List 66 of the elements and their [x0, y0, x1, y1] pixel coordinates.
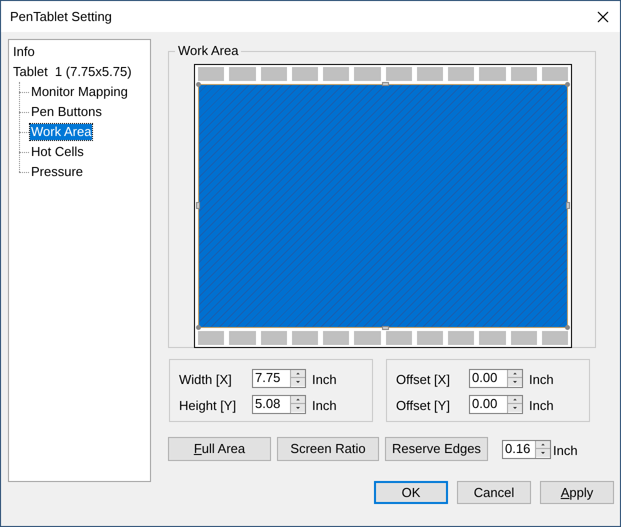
unit-label: Inch	[312, 396, 337, 415]
resize-handle[interactable]	[382, 82, 389, 86]
tree-item[interactable]: Tablet 1 (7.75x5.75)	[12, 64, 133, 80]
resize-handle[interactable]	[565, 82, 570, 87]
hot-cell[interactable]	[323, 331, 350, 345]
spin-up-icon[interactable]	[291, 396, 305, 404]
hot-cell[interactable]	[229, 67, 256, 81]
tree-item[interactable]: Hot Cells	[30, 144, 85, 160]
hot-cell[interactable]	[479, 67, 506, 81]
spin-up-icon[interactable]	[508, 396, 522, 404]
apply-button[interactable]: Apply	[540, 481, 614, 504]
hot-cell[interactable]	[198, 67, 224, 81]
hot-cell[interactable]	[542, 67, 568, 81]
tree-item[interactable]: Pen Buttons	[30, 104, 103, 120]
spin-up-icon[interactable]	[508, 370, 522, 378]
spin-up-icon[interactable]	[291, 370, 305, 378]
spin-up-icon[interactable]	[536, 440, 550, 448]
hot-cell[interactable]	[416, 331, 443, 345]
screen-ratio-button[interactable]: Screen Ratio	[277, 437, 379, 461]
ok-button[interactable]: OK	[374, 481, 448, 504]
close-icon[interactable]	[597, 10, 609, 22]
hot-cell[interactable]	[354, 331, 380, 345]
unit-label: Inch	[312, 370, 337, 389]
tree-item[interactable]: Info	[12, 44, 36, 60]
hot-cell[interactable]	[229, 331, 256, 345]
hot-cell[interactable]	[448, 67, 474, 81]
unit-label: Inch	[529, 396, 554, 415]
tree-item[interactable]: Work Area	[30, 124, 92, 140]
tree-item[interactable]: Pressure	[30, 164, 84, 180]
reserve-edges-button[interactable]: Reserve Edges	[385, 437, 488, 461]
cancel-button[interactable]: Cancel	[457, 481, 531, 504]
unit-label: Inch	[553, 442, 578, 460]
hot-cell[interactable]	[198, 331, 224, 345]
hot-cell[interactable]	[479, 331, 506, 345]
spin-field[interactable]: 0.00	[469, 368, 523, 388]
tree-item[interactable]: Monitor Mapping	[30, 84, 129, 100]
field-label: Width [X]	[179, 370, 233, 389]
window-title: PenTablet Setting	[10, 8, 112, 26]
resize-handle[interactable]	[196, 325, 201, 330]
hot-cell[interactable]	[386, 331, 412, 345]
spin-field[interactable]: 5.08	[252, 394, 306, 414]
spin-field[interactable]: 7.75	[252, 368, 306, 388]
field-label: Offset [X]	[396, 370, 451, 389]
hot-cell[interactable]	[542, 331, 568, 345]
resize-handle[interactable]	[382, 326, 389, 330]
hot-cell[interactable]	[386, 67, 412, 81]
hot-cell[interactable]	[323, 67, 350, 81]
hot-cell[interactable]	[448, 331, 474, 345]
hot-cell[interactable]	[292, 331, 318, 345]
hot-cell[interactable]	[510, 331, 537, 345]
resize-handle[interactable]	[196, 202, 200, 209]
resize-handle[interactable]	[566, 202, 570, 209]
hot-cell[interactable]	[292, 67, 318, 81]
field-label: Offset [Y]	[396, 396, 451, 415]
spin-field[interactable]: 0.16	[502, 440, 551, 458]
unit-label: Inch	[529, 370, 554, 389]
hot-cell[interactable]	[260, 331, 287, 345]
spin-field[interactable]: 0.00	[469, 394, 523, 414]
hot-cell[interactable]	[416, 67, 443, 81]
hot-cell[interactable]	[510, 67, 537, 81]
full-area-button[interactable]: Full Area	[168, 437, 271, 461]
field-label: Height [Y]	[179, 396, 238, 415]
hot-cell[interactable]	[354, 67, 380, 81]
hot-cell[interactable]	[260, 67, 287, 81]
resize-handle[interactable]	[196, 82, 201, 87]
resize-handle[interactable]	[565, 325, 570, 330]
